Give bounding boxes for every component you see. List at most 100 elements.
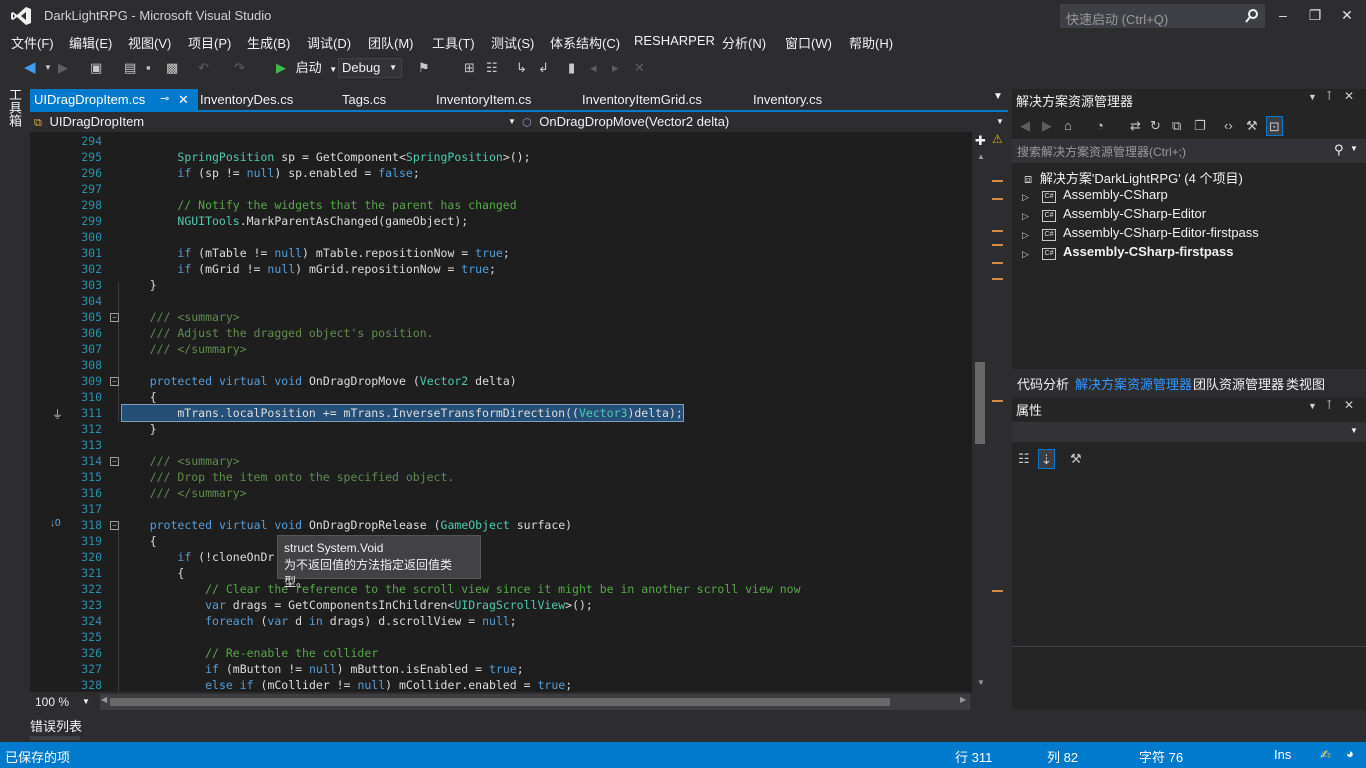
- properties-wrench-icon[interactable]: ⚒: [1246, 116, 1258, 136]
- collapse-region-icon[interactable]: −: [110, 377, 119, 386]
- next-bookmark-icon[interactable]: ▸: [612, 58, 619, 78]
- scroll-up-icon[interactable]: ▲: [977, 152, 985, 161]
- menu-analyze[interactable]: 分析(N): [722, 33, 766, 52]
- new-project-icon[interactable]: ▣: [90, 58, 102, 78]
- collapse-region-icon[interactable]: −: [110, 457, 119, 466]
- alphabetical-icon[interactable]: ⇣: [1038, 449, 1055, 469]
- format-document-icon[interactable]: ☷: [486, 58, 498, 78]
- tree-item-assembly-csharp-editor[interactable]: Assembly-CSharp-Editor: [1063, 206, 1206, 221]
- tab-team-explorer[interactable]: 团队资源管理器: [1193, 374, 1284, 393]
- pin-icon[interactable]: ⊸: [160, 89, 169, 110]
- start-debugging-button[interactable]: ▶ 启动 ▼: [276, 58, 337, 78]
- menu-project[interactable]: 项目(P): [188, 33, 231, 52]
- menu-resharper[interactable]: RESHARPER: [634, 33, 715, 48]
- scroll-right-icon[interactable]: ▶: [960, 695, 966, 704]
- property-pages-wrench-icon[interactable]: ⚒: [1070, 449, 1082, 469]
- feedback-icon[interactable]: ✍: [1320, 747, 1331, 763]
- tab-inventory[interactable]: Inventory.cs: [749, 89, 822, 110]
- scroll-left-icon[interactable]: ◀: [101, 695, 107, 704]
- menu-test[interactable]: 测试(S): [491, 33, 534, 52]
- menu-team[interactable]: 团队(M): [368, 33, 414, 52]
- menu-tools[interactable]: 工具(T): [432, 33, 475, 52]
- expand-arrow-icon[interactable]: ▷: [1022, 192, 1029, 203]
- tab-uidragdropitem[interactable]: UIDragDropItem.cs ⊸ ✕: [30, 89, 198, 110]
- solution-search-input[interactable]: 搜索解决方案资源管理器(Ctrl+;) ⚲ ▼: [1012, 139, 1366, 163]
- view-code-icon[interactable]: ‹›: [1224, 116, 1233, 136]
- expand-arrow-icon[interactable]: ▷: [1022, 249, 1029, 260]
- uncomment-icon[interactable]: ↲: [538, 58, 549, 78]
- refresh-icon[interactable]: ↻: [1150, 116, 1161, 136]
- previous-bookmark-icon[interactable]: ◂: [590, 58, 597, 78]
- categorized-icon[interactable]: ☷: [1018, 449, 1030, 469]
- notification-icon[interactable]: ◕: [1346, 746, 1354, 761]
- panel-menu-icon[interactable]: ▼: [1308, 92, 1317, 102]
- tree-item-assembly-csharp[interactable]: Assembly-CSharp: [1063, 187, 1168, 202]
- tab-inventoryitemgrid[interactable]: InventoryItemGrid.cs: [578, 89, 702, 110]
- close-icon[interactable]: ✕: [1344, 89, 1354, 103]
- vertical-scroll-thumb[interactable]: [975, 362, 985, 444]
- sync-icon[interactable]: ⇄: [1130, 116, 1141, 136]
- menu-build[interactable]: 生成(B): [247, 33, 290, 52]
- open-file-icon[interactable]: ▤: [124, 58, 136, 78]
- tab-inventorydes[interactable]: InventoryDes.cs: [196, 89, 293, 110]
- tab-tags[interactable]: Tags.cs: [338, 89, 386, 110]
- horizontal-scroll-thumb[interactable]: [110, 698, 890, 706]
- quick-launch-input[interactable]: 快速启动 (Ctrl+Q): [1060, 4, 1265, 28]
- navigate-forward-icon[interactable]: ▶: [58, 58, 68, 78]
- collapse-all-icon[interactable]: ⧉: [1172, 116, 1181, 136]
- maximize-button[interactable]: ❐: [1302, 4, 1328, 26]
- preview-selected-items-icon[interactable]: ⊡: [1266, 116, 1283, 136]
- search-options-icon[interactable]: ▼: [1350, 144, 1358, 153]
- undo-icon[interactable]: ↶: [198, 58, 209, 78]
- split-editor-icon[interactable]: ✚: [975, 133, 986, 149]
- menu-window[interactable]: 窗口(W): [785, 33, 832, 52]
- show-all-files-icon[interactable]: ❐: [1194, 116, 1206, 136]
- menu-edit[interactable]: 编辑(E): [69, 33, 112, 52]
- tab-class-view[interactable]: 类视图: [1286, 374, 1325, 393]
- collapse-region-icon[interactable]: −: [110, 521, 119, 530]
- menu-debug[interactable]: 调试(D): [307, 33, 351, 52]
- comment-icon[interactable]: ↳: [516, 58, 527, 78]
- tab-inventoryitem[interactable]: InventoryItem.cs: [432, 89, 531, 110]
- save-all-icon[interactable]: ▩: [166, 58, 178, 78]
- close-window-button[interactable]: ✕: [1334, 4, 1360, 26]
- forward-icon[interactable]: ▶: [1042, 116, 1052, 136]
- home-icon[interactable]: ⌂: [1064, 116, 1072, 136]
- find-in-files-icon[interactable]: ⚑: [418, 58, 430, 78]
- zoom-select[interactable]: 100 % ▼: [30, 694, 94, 710]
- tab-solution-explorer[interactable]: 解决方案资源管理器: [1075, 374, 1192, 393]
- close-icon[interactable]: ✕: [178, 89, 189, 110]
- panel-menu-icon[interactable]: ▼: [1308, 401, 1317, 411]
- error-list-tab[interactable]: 错误列表: [30, 716, 82, 735]
- tree-item-assembly-csharp-firstpass[interactable]: Assembly-CSharp-firstpass: [1063, 244, 1234, 259]
- navigate-back-icon[interactable]: ◀: [24, 58, 36, 78]
- menu-view[interactable]: 视图(V): [128, 33, 171, 52]
- pin-icon[interactable]: ⊺: [1326, 89, 1332, 103]
- type-selector[interactable]: ⧉ UIDragDropItem ▼: [34, 112, 518, 132]
- member-selector[interactable]: ⬡ OnDragDropMove(Vector2 delta) ▼: [522, 112, 1006, 132]
- scroll-down-icon[interactable]: ▼: [977, 678, 985, 687]
- clear-bookmarks-icon[interactable]: ✕: [634, 58, 645, 78]
- expand-arrow-icon[interactable]: ▷: [1022, 230, 1029, 241]
- navigate-back-dropdown-icon[interactable]: ▼: [44, 58, 52, 78]
- solution-root-node[interactable]: ⧈ 解决方案'DarkLightRPG' (4 个项目): [1024, 168, 1243, 187]
- minimize-button[interactable]: –: [1270, 4, 1296, 26]
- collapse-region-icon[interactable]: −: [110, 313, 119, 322]
- tree-item-assembly-csharp-editor-firstpass[interactable]: Assembly-CSharp-Editor-firstpass: [1063, 225, 1259, 240]
- menu-architecture[interactable]: 体系结构(C): [550, 33, 620, 52]
- pin-icon[interactable]: ⊺: [1326, 398, 1332, 412]
- solution-configuration-select[interactable]: Debug ▼: [338, 58, 402, 78]
- code-editor[interactable]: 294 295 SpringPosition sp = GetComponent<…: [30, 132, 972, 692]
- bookmark-icon[interactable]: ▮: [568, 58, 575, 78]
- menu-help[interactable]: 帮助(H): [849, 33, 893, 52]
- tab-overflow-dropdown-icon[interactable]: ▼: [993, 91, 1003, 102]
- pending-changes-filter-icon[interactable]: ◔: [1096, 116, 1104, 136]
- properties-object-select[interactable]: ▼: [1012, 422, 1366, 442]
- solution-explorer-icon[interactable]: ⊞: [464, 58, 475, 78]
- tab-code-analysis[interactable]: 代码分析: [1017, 374, 1069, 393]
- redo-icon[interactable]: ↷: [234, 58, 245, 78]
- toolbox-tab[interactable]: 工具箱: [7, 88, 24, 128]
- save-icon[interactable]: ▪: [146, 58, 151, 78]
- back-icon[interactable]: ◀: [1020, 116, 1030, 136]
- expand-arrow-icon[interactable]: ▷: [1022, 211, 1029, 222]
